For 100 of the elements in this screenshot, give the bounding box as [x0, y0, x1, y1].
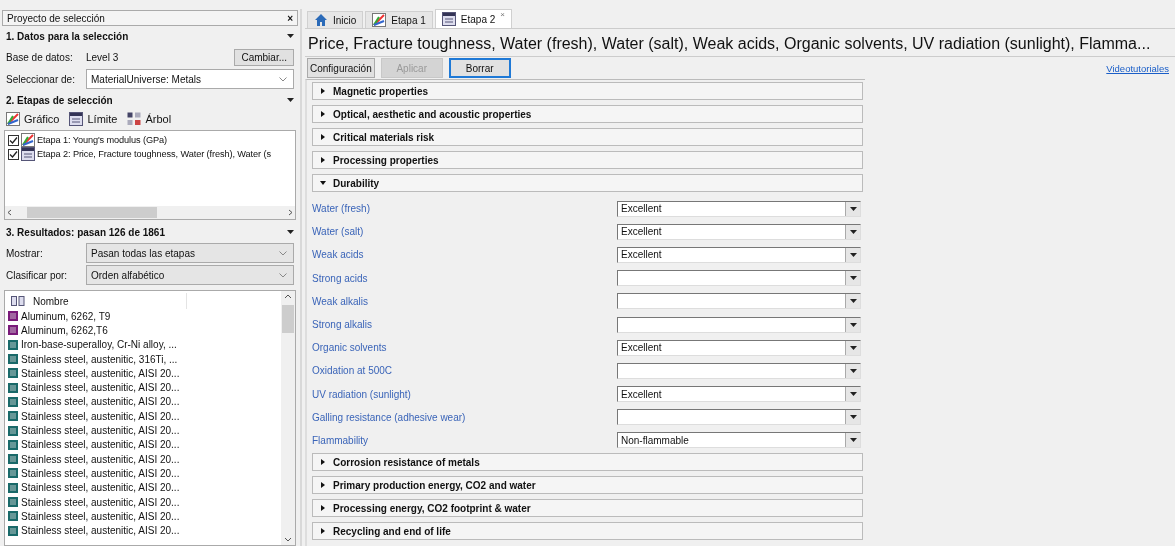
- result-item[interactable]: Stainless steel, austenitic, AISI 20...: [21, 525, 180, 537]
- tool-button[interactable]: Gráfico: [24, 113, 60, 125]
- result-item[interactable]: Stainless steel, austenitic, AISI 20...: [21, 382, 180, 394]
- collapse-icon: [287, 34, 294, 38]
- value-dropdown[interactable]: Excellent: [617, 200, 861, 217]
- tab[interactable]: Inicio: [307, 11, 364, 28]
- checkbox[interactable]: [8, 148, 19, 160]
- caret-down-icon: [849, 299, 857, 304]
- tool-button[interactable]: Límite: [87, 113, 118, 125]
- caret-down-icon: [849, 392, 857, 397]
- scrollbar-thumb[interactable]: [27, 207, 157, 218]
- chevron-down-icon: [279, 250, 287, 256]
- panel-title: Proyecto de selección: [7, 12, 105, 24]
- collapse-icon: [287, 230, 294, 234]
- property-label: Water (salt): [312, 226, 365, 238]
- column-header[interactable]: Nombre: [33, 295, 69, 307]
- toolbar-button[interactable]: Configuración: [307, 58, 375, 78]
- section-bar[interactable]: Primary production energy, CO2 and water: [312, 476, 863, 495]
- change-button[interactable]: Cambiar...: [234, 48, 294, 66]
- tool-button[interactable]: Árbol: [145, 113, 172, 125]
- sort-dropdown[interactable]: Orden alfabético: [86, 265, 294, 285]
- value-dropdown[interactable]: [617, 270, 861, 287]
- value-dropdown[interactable]: [617, 362, 861, 379]
- show-dropdown[interactable]: Pasan todas las etapas: [86, 243, 294, 263]
- result-item[interactable]: Stainless steel, austenitic, AISI 20...: [21, 425, 180, 436]
- caret-right-icon: [320, 111, 326, 117]
- result-item[interactable]: Stainless steel, austenitic, AISI 20...: [21, 510, 180, 522]
- section-bar[interactable]: Processing properties: [312, 151, 863, 169]
- section-bar[interactable]: Critical materials risk: [312, 128, 863, 146]
- table-icon: [441, 12, 456, 26]
- result-item[interactable]: Stainless steel, austenitic, 316Ti, ...: [21, 353, 178, 365]
- caret-right-icon: [320, 134, 326, 140]
- field-label: Seleccionar de:: [6, 73, 76, 85]
- scrollbar-thumb[interactable]: [282, 305, 294, 333]
- tutorials-link[interactable]: Videotutoriales: [1106, 62, 1169, 74]
- caret-right-icon: [320, 528, 326, 535]
- section-bar[interactable]: Optical, aesthetic and acoustic properties: [312, 105, 863, 123]
- chart-icon: [6, 112, 20, 126]
- caret-right-icon: [320, 157, 326, 163]
- property-label: Flammability: [312, 434, 370, 446]
- result-item[interactable]: Stainless steel, austenitic, AISI 20...: [21, 367, 180, 379]
- section-bar[interactable]: Magnetic properties: [312, 82, 863, 100]
- field-label: Mostrar:: [6, 247, 44, 259]
- table-icon: [69, 112, 84, 126]
- stage-item[interactable]: Etapa 1: Young's modulus (GPa): [37, 135, 168, 145]
- section-bar[interactable]: Durability: [312, 174, 863, 192]
- caret-right-icon: [320, 459, 326, 466]
- result-item[interactable]: Stainless steel, austenitic, AISI 20...: [21, 396, 180, 408]
- chevron-down-icon: [279, 272, 287, 278]
- value-dropdown[interactable]: Excellent: [617, 246, 861, 263]
- table-icon: [21, 147, 35, 161]
- section-bar[interactable]: Corrosion resistance of metals: [312, 453, 863, 472]
- tab[interactable]: Etapa 1: [365, 11, 433, 28]
- result-item[interactable]: Stainless steel, austenitic, AISI 20...: [21, 496, 180, 508]
- result-item[interactable]: Stainless steel, austenitic, AISI 20...: [21, 467, 180, 479]
- close-button[interactable]: ×: [287, 12, 293, 24]
- section-header[interactable]: 2. Etapas de selección: [6, 94, 113, 106]
- caret-down-icon: [849, 415, 857, 420]
- caret-right-icon: [320, 482, 326, 489]
- caret-down-icon: [849, 276, 857, 281]
- section-bar[interactable]: Processing energy, CO2 footprint & water: [312, 499, 863, 518]
- source-dropdown[interactable]: MaterialUniverse: Metals: [86, 69, 294, 89]
- caret-down-icon: [849, 206, 857, 211]
- result-item[interactable]: Aluminum, 6262, T9: [21, 310, 111, 322]
- chart-icon: [21, 133, 35, 147]
- tab[interactable]: Etapa 2 ×: [434, 9, 512, 28]
- chart-icon: [372, 13, 387, 27]
- toolbar-button[interactable]: Borrar: [448, 58, 511, 78]
- value-dropdown[interactable]: [617, 293, 861, 310]
- value-dropdown[interactable]: [617, 409, 861, 426]
- property-label: Strong acids: [312, 272, 369, 284]
- value-dropdown[interactable]: Non-flammable: [617, 432, 861, 449]
- stage-item[interactable]: Etapa 2: Price, Fracture toughness, Water (fresh), Water (s: [37, 149, 271, 159]
- caret-down-icon: [849, 368, 857, 373]
- result-item[interactable]: Iron-base-superalloy, Cr-Ni alloy, ...: [21, 339, 177, 351]
- section-header[interactable]: 1. Datos para la selección: [6, 30, 129, 42]
- database-value: Level 3: [86, 51, 120, 63]
- value-dropdown[interactable]: Excellent: [617, 223, 861, 240]
- checkbox[interactable]: [8, 134, 19, 146]
- value-dropdown[interactable]: Excellent: [617, 339, 861, 356]
- stage-title: Price, Fracture toughness, Water (fresh), Water (salt), Weak acids, Organic solvents, UV radiation (sunlight), Flamma...: [305, 28, 1175, 57]
- caret-down-icon: [849, 322, 857, 327]
- property-label: Strong alkalis: [312, 319, 374, 331]
- result-item[interactable]: Stainless steel, austenitic, AISI 20...: [21, 453, 180, 465]
- result-item[interactable]: Stainless steel, austenitic, AISI 20...: [21, 410, 180, 422]
- property-label: Organic solvents: [312, 342, 388, 354]
- result-item[interactable]: Stainless steel, austenitic, AISI 20...: [21, 482, 180, 494]
- caret-down-icon: [320, 180, 326, 186]
- section-bar[interactable]: Recycling and end of life: [312, 522, 863, 541]
- value-dropdown[interactable]: [617, 316, 861, 333]
- value-dropdown[interactable]: Excellent: [617, 386, 861, 403]
- caret-right-icon: [320, 88, 326, 94]
- result-item[interactable]: Stainless steel, austenitic, AISI 20...: [21, 439, 180, 451]
- field-label: Clasificar por:: [6, 269, 69, 281]
- property-label: UV radiation (sunlight): [312, 388, 412, 400]
- caret-right-icon: [320, 505, 326, 512]
- chevron-down-icon: [279, 76, 287, 82]
- caret-down-icon: [849, 345, 857, 350]
- section-header[interactable]: 3. Resultados: pasan 126 de 1861: [6, 226, 165, 238]
- result-item[interactable]: Aluminum, 6262,T6: [21, 324, 108, 336]
